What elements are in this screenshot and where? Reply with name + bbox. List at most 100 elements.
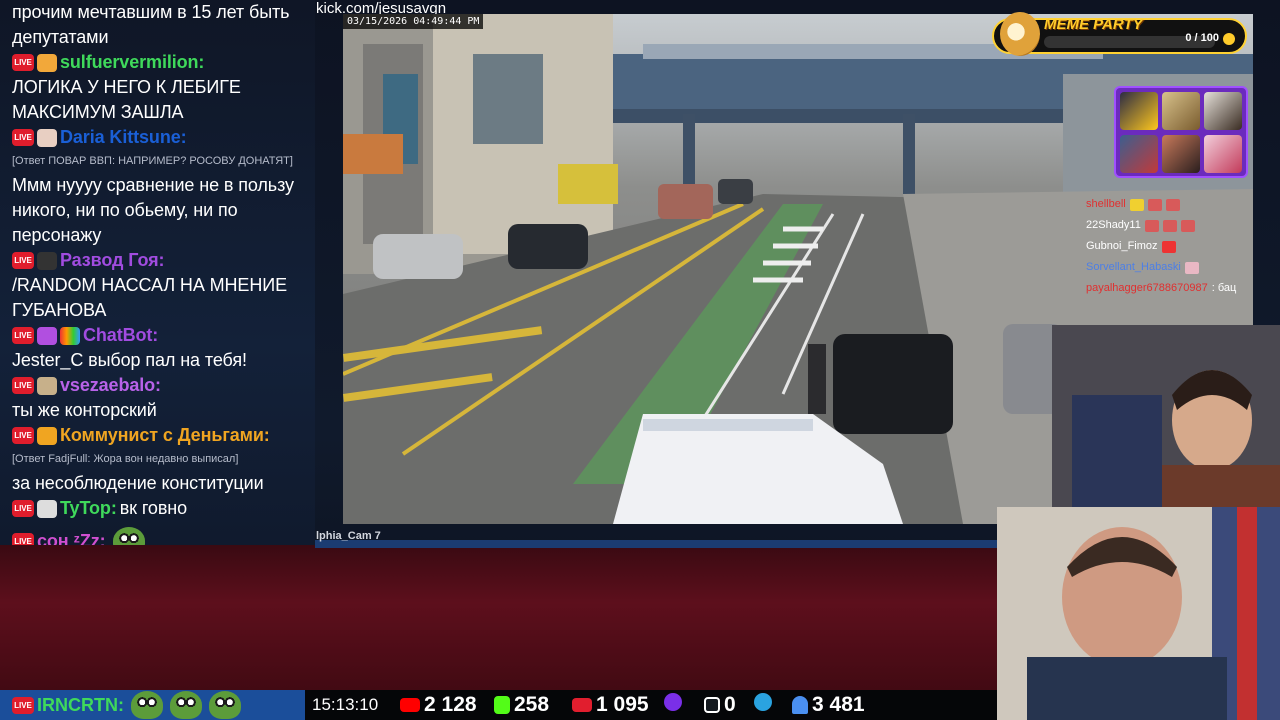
chat-message: прочим мечтавшим в 15 лет быть депутатам…: [0, 0, 315, 50]
telegram-link: [754, 693, 772, 711]
live-badge-icon: LIVE: [12, 696, 34, 714]
live-badge-icon: LIVE: [12, 252, 34, 269]
viewer-avatar: [1162, 135, 1200, 173]
overlay-chat-nick: Gubnoi_Fimoz: [1086, 240, 1158, 252]
overlay-chat-nick: 22Shady11: [1086, 219, 1141, 231]
overlay-chat-text: : бац: [1211, 282, 1237, 294]
chat-text: прочим мечтавшим в 15 лет быть депутатам…: [12, 2, 290, 47]
avatar: [37, 128, 57, 147]
avatar: [37, 251, 57, 270]
rainbow-icon: [60, 326, 80, 345]
live-badge-icon: LIVE: [12, 54, 34, 71]
pepe-emote-icon: [170, 691, 202, 719]
youtube-viewers: 2 128: [400, 693, 477, 717]
vk-video-icon: [664, 693, 682, 711]
chat-nick[interactable]: sulfuervermilion:: [60, 50, 204, 75]
chat-nick[interactable]: Коммунист с Деньгами:: [60, 423, 270, 448]
viewer-avatar: [1204, 135, 1242, 173]
emote-icon: [1129, 198, 1144, 211]
kick-icon: [494, 696, 510, 714]
chat-message: LIVE sulfuervermilion: ЛОГИКА У НЕГО К ЛЕ…: [0, 50, 315, 125]
vk-live-count: 1 095: [596, 693, 649, 716]
chat-nick[interactable]: TyTop:: [60, 496, 117, 521]
chat-message: LIVE IRNCRTN:: [12, 691, 241, 719]
emote-icon: [1162, 219, 1177, 232]
emote-icon: [1165, 198, 1180, 211]
kick-viewers: 258: [494, 693, 549, 717]
chat-reply: [Ответ ПОВАР ВВП: НАПРИМЕР? РОСОВУ ДОНАТ…: [12, 155, 293, 167]
total-viewers-count: 3 481: [812, 693, 865, 716]
overlay-chat-row: 22Shady11: [1086, 215, 1256, 236]
stream-layout: прочим мечтавшим в 15 лет быть депутатам…: [0, 0, 1280, 720]
rutube-icon: [704, 697, 720, 713]
chat-nick[interactable]: ChatBot:: [83, 323, 158, 348]
pepe-emote-icon: [209, 691, 241, 719]
chat-message: Ммм нуууу сравнение не в пользу никого, …: [0, 173, 315, 248]
viewer-avatar: [1120, 92, 1158, 130]
live-badge-icon: LIVE: [12, 377, 34, 394]
emote-icon: [1184, 261, 1199, 274]
vk-live-icon: [572, 698, 592, 712]
chat-text: /RANDOM НАССАЛ НА МНЕНИЕ ГУБАНОВА: [12, 275, 287, 320]
chat-text: за несоблюдение конституции: [12, 473, 264, 493]
chat-message: LIVE TyTop: вк говно: [0, 496, 315, 521]
youtube-count: 2 128: [424, 693, 477, 716]
chat-text: ты же конторский: [12, 400, 157, 420]
chat-nick[interactable]: IRNCRTN:: [37, 695, 124, 716]
webcam-top: [1052, 325, 1280, 510]
chat-message: за несоблюдение конституции: [0, 471, 315, 496]
overlay-chat-nick: shellbell: [1086, 198, 1126, 210]
camera-timestamp: 03/15/2026 04:49:44 PM: [343, 14, 484, 29]
rutube-count: 0: [724, 693, 736, 716]
chat-message: LIVE Коммунист с Деньгами:: [0, 423, 315, 448]
coin-icon: [1223, 33, 1235, 45]
live-badge-icon: LIVE: [12, 500, 34, 517]
emote-icon: [1180, 219, 1195, 232]
stats-bar: LIVE IRNCRTN: 15:13:10 2 128 258 1 095 0: [0, 690, 997, 720]
lower-banner: [0, 545, 997, 690]
emote-icon: [1144, 219, 1159, 232]
rutube-viewers: 0: [704, 693, 736, 717]
doge-icon: [1000, 12, 1040, 56]
viewer-avatar: [1120, 135, 1158, 173]
telegram-icon: [754, 693, 772, 711]
chat-nick[interactable]: Развод Гоя:: [60, 248, 165, 273]
chat-text: Ммм нуууу сравнение не в пользу никого, …: [12, 175, 294, 245]
meme-party-widget: MEME PARTY 0 / 100: [992, 12, 1247, 56]
overlay-chat: shellbell 22Shady11 Gubnoi_Fimoz Sorvell…: [1086, 194, 1256, 299]
emote-icon: [1161, 240, 1176, 253]
kick-count: 258: [514, 693, 550, 716]
meme-party-count: 0 / 100: [1185, 32, 1219, 44]
chat-message: LIVE ChatBot: Jester_C выбор пал на тебя!: [0, 323, 315, 373]
chat-text: вк говно: [119, 498, 188, 518]
chat-message: LIVE Развод Гоя: /RANDOM НАССАЛ НА МНЕНИЕ…: [0, 248, 315, 323]
live-badge-icon: LIVE: [12, 327, 34, 344]
webcam-top-scene: [1052, 325, 1280, 510]
live-badge-icon: LIVE: [12, 427, 34, 444]
banner-divider: [315, 540, 997, 548]
overlay-chat-row: Gubnoi_Fimoz: [1086, 236, 1256, 257]
chat-nick[interactable]: vsezaebalo:: [60, 373, 161, 398]
person-icon: [792, 696, 808, 714]
pepe-emote-icon: [131, 691, 163, 719]
avatar: [37, 499, 57, 518]
vk-live-viewers: 1 095: [572, 693, 649, 717]
meme-party-title: MEME PARTY: [1044, 16, 1143, 33]
viewer-avatar: [1162, 92, 1200, 130]
clock: 15:13:10: [312, 695, 379, 714]
emote-icon: [1147, 198, 1162, 211]
viewer-avatar-grid: [1114, 86, 1248, 178]
overlay-chat-nick: Sorvellant_Habaski: [1086, 261, 1181, 273]
youtube-icon: [400, 698, 420, 712]
viewer-avatar: [1204, 92, 1242, 130]
chat-message: LIVE Daria Kittsune:: [0, 125, 315, 150]
chat-text: ЛОГИКА У НЕГО К ЛЕБИГЕ МАКСИМУМ ЗАШЛА: [12, 77, 241, 122]
avatar: [37, 376, 57, 395]
overlay-chat-row: payalhagger6788670987: бац: [1086, 278, 1256, 299]
live-badge-icon: LIVE: [12, 129, 34, 146]
chat-nick[interactable]: Daria Kittsune:: [60, 125, 187, 150]
chat-message: LIVE vsezaebalo: ты же конторский: [0, 373, 315, 423]
overlay-chat-row: shellbell: [1086, 194, 1256, 215]
overlay-chat-row: Sorvellant_Habaski: [1086, 257, 1256, 278]
overlay-chat-nick: payalhagger6788670987: [1086, 282, 1208, 294]
